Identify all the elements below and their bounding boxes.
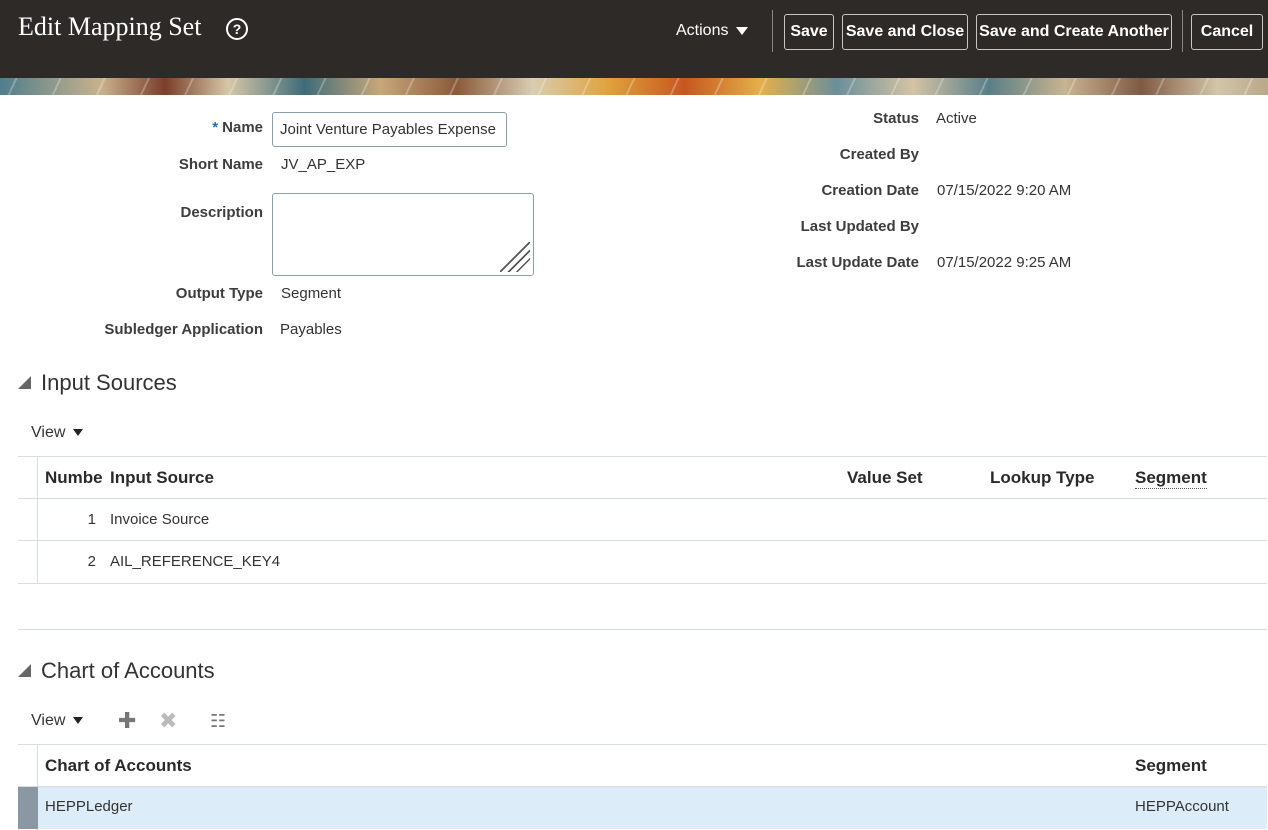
column-header-input-source[interactable]: Input Source [110,468,214,488]
collapse-triangle-icon[interactable] [18,376,31,389]
help-icon[interactable]: ? [226,18,248,40]
table-border [18,456,1267,457]
actions-label: Actions [676,22,729,39]
toolbar-divider [1182,10,1183,52]
input-source-cell: AIL_REFERENCE_KEY4 [110,553,281,570]
save-button[interactable]: Save [784,14,834,50]
output-type-label: Output Type [175,285,263,302]
chart-of-accounts-title: Chart of Accounts [41,658,215,683]
chevron-down-icon [73,717,84,725]
chart-of-accounts-cell: HEPPLedger [45,798,133,815]
last-update-date-label: Last Update Date [796,254,919,271]
input-sources-view-menu[interactable]: View [31,424,84,442]
last-update-date-value: 07/15/2022 9:25 AM [937,254,1072,271]
created-by-label: Created By [839,146,919,163]
chart-of-accounts-header[interactable]: Chart of Accounts [18,658,215,684]
status-label: Status [873,110,919,127]
short-name-label: Short Name [178,156,263,173]
column-header-value-set[interactable]: Value Set [847,468,923,488]
short-name-value: JV_AP_EXP [281,156,366,173]
required-marker: * [212,119,219,136]
page-header: Edit Mapping Set ? Actions Save Save and… [0,0,1268,80]
column-header-segment[interactable]: Segment [1135,756,1207,776]
table-border [18,744,1267,745]
collapse-triangle-icon[interactable] [18,664,31,677]
description-label: Description [180,204,263,221]
row-number: 1 [87,511,96,528]
name-label: * Name [212,119,263,136]
actions-menu[interactable]: Actions [676,22,749,40]
chart-of-accounts-view-menu[interactable]: View [31,712,84,730]
status-value: Active [936,110,977,127]
creation-date-label: Creation Date [821,182,919,199]
name-input[interactable] [272,112,507,147]
creation-date-value: 07/15/2022 9:20 AM [937,182,1072,199]
table-row-divider [18,498,1267,499]
toolbar-divider [772,10,773,52]
input-sources-header[interactable]: Input Sources [18,370,177,396]
save-and-close-button[interactable]: Save and Close [842,14,968,50]
output-type-value: Segment [281,285,342,302]
cancel-button[interactable]: Cancel [1191,14,1263,50]
page-title: Edit Mapping Set [18,12,202,41]
input-source-cell: Invoice Source [110,511,210,528]
column-header-chart-of-accounts[interactable]: Chart of Accounts [45,756,192,776]
freeze-icon[interactable]: ☷ [210,710,226,732]
delete-icon[interactable]: ✖ [159,710,177,732]
chevron-down-icon [73,429,84,437]
input-sources-title: Input Sources [41,370,177,395]
table-row-selected[interactable] [18,787,1267,829]
table-border [18,583,1267,584]
table-row-divider [18,540,1267,541]
description-textarea[interactable] [272,193,534,276]
add-icon[interactable]: ✚ [118,710,136,732]
table-border [37,456,38,584]
last-updated-by-label: Last Updated By [800,218,919,235]
subledger-application-label: Subledger Application [104,321,263,338]
segment-cell: HEPPAccount [1135,798,1229,815]
column-header-segment[interactable]: Segment [1135,468,1207,489]
table-border [18,629,1267,630]
column-header-lookup-type[interactable]: Lookup Type [990,468,1095,488]
row-number: 2 [87,553,96,570]
subledger-application-value: Payables [280,321,342,338]
row-selection-marker [18,787,38,829]
chevron-down-icon [736,26,749,35]
column-header-number[interactable]: Numbe [45,468,103,488]
save-and-create-another-button[interactable]: Save and Create Another [976,14,1172,50]
resize-handle-icon[interactable] [500,242,530,272]
decorative-banner [0,78,1268,95]
